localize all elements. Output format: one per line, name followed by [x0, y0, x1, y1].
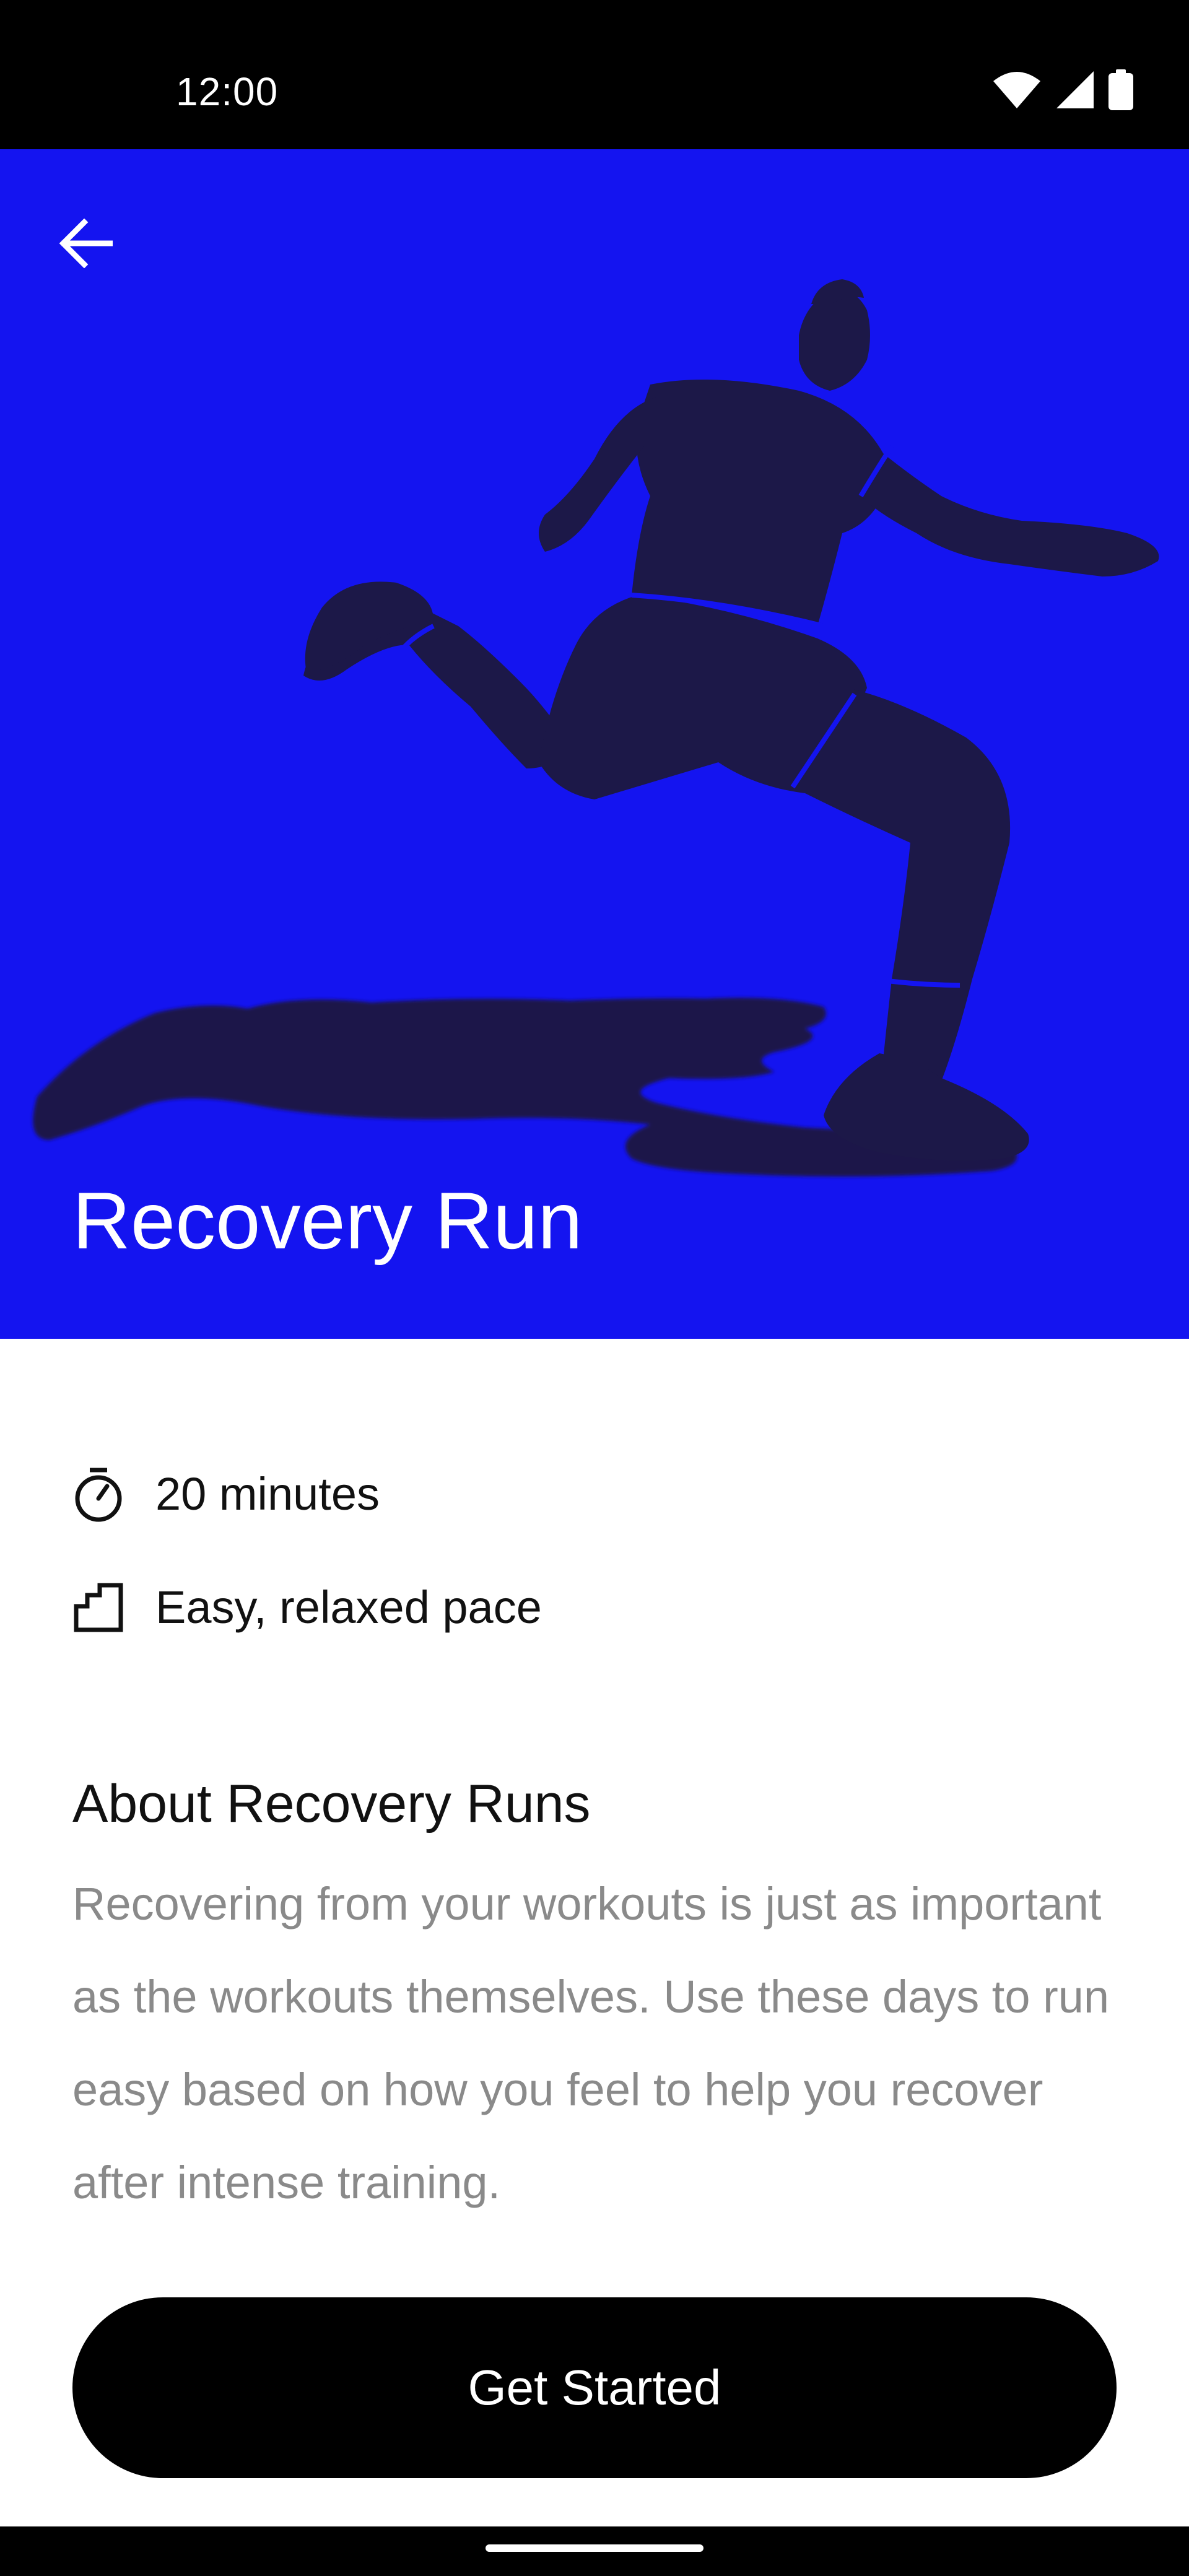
- get-started-button[interactable]: Get Started: [72, 2297, 1117, 2478]
- about-heading: About Recovery Runs: [72, 1774, 591, 1834]
- wifi-icon: [992, 70, 1042, 110]
- status-icons: [992, 69, 1133, 110]
- hero-banner: Recovery Run: [0, 149, 1189, 1339]
- battery-icon: [1108, 69, 1133, 110]
- screen: 12:00 Recovery Run 20 minutes Easy, rela…: [0, 0, 1189, 2576]
- arrow-left-icon: [59, 219, 113, 268]
- about-description: Recovering from your workouts is just as…: [72, 1878, 1110, 2208]
- duration-label: 20 minutes: [155, 1468, 380, 1520]
- workout-title: Recovery Run: [72, 1175, 583, 1266]
- signal-icon: [1055, 70, 1095, 110]
- back-button[interactable]: [48, 206, 123, 281]
- pace-row: Easy, relaxed pace: [72, 1578, 542, 1637]
- runner-illustration: [33, 279, 1159, 1177]
- stairs-icon: [72, 1578, 132, 1637]
- status-time: 12:00: [176, 69, 279, 114]
- status-bar: 12:00: [0, 0, 1189, 149]
- stopwatch-icon: [72, 1464, 132, 1524]
- duration-row: 20 minutes: [72, 1464, 380, 1524]
- home-indicator[interactable]: [486, 2544, 703, 2552]
- pace-label: Easy, relaxed pace: [155, 1582, 542, 1633]
